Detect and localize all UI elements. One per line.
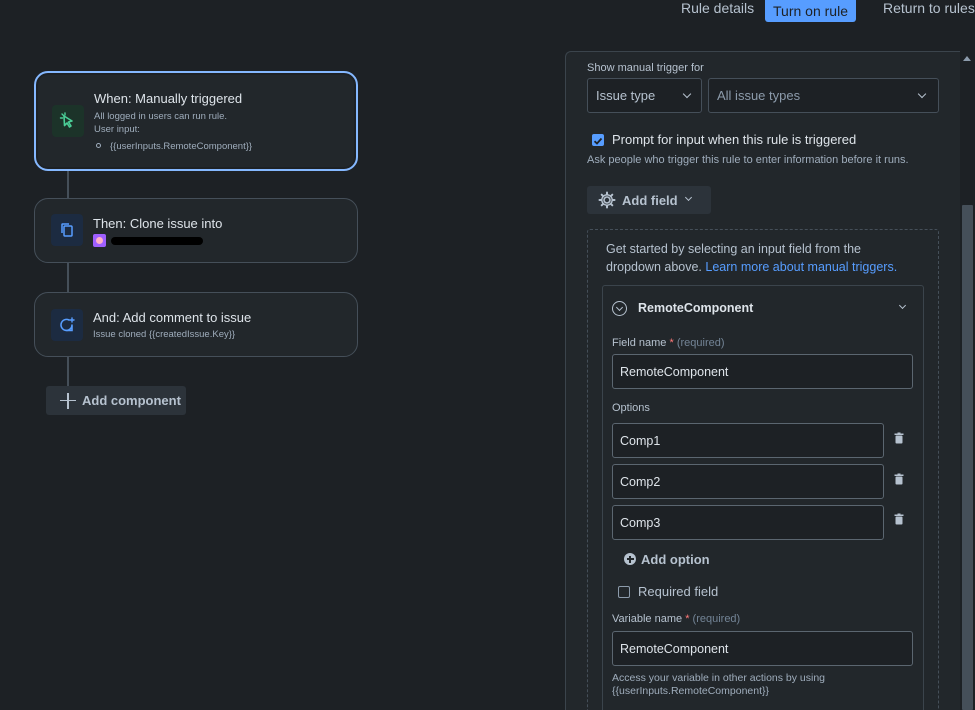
field-name-input[interactable]: RemoteComponent	[612, 354, 913, 389]
issue-type-select-value: Issue type	[596, 88, 656, 103]
turn-on-rule-button[interactable]: Turn on rule	[765, 0, 856, 22]
required-marker: *	[685, 613, 690, 625]
required-field-checkbox[interactable]	[618, 586, 630, 598]
field-card-title: RemoteComponent	[638, 301, 754, 315]
return-to-rules-link[interactable]: Return to rules	[883, 0, 975, 22]
variable-name-label: Variable name * (required)	[612, 613, 740, 625]
variable-help-text: Access your variable in other actions by…	[612, 672, 826, 684]
required-field-label: Required field	[638, 584, 719, 599]
required-hint: (required)	[676, 337, 725, 349]
option-value: Comp1	[620, 433, 661, 448]
plus-circle-icon	[624, 553, 636, 565]
add-option-label: Add option	[641, 551, 710, 567]
trigger-permission-text: All logged in users can run rule.	[94, 111, 228, 122]
trash-icon[interactable]	[893, 513, 905, 525]
option-input[interactable]: Comp2	[612, 464, 884, 499]
trigger-node[interactable]: When: Manually triggered All logged in u…	[34, 71, 358, 171]
options-label: Options	[612, 402, 650, 414]
add-field-button[interactable]: Add field	[587, 186, 711, 214]
chevron-down-icon	[917, 89, 927, 99]
field-name-label: Field name * (required)	[612, 337, 725, 349]
variable-name-value: RemoteComponent	[620, 641, 729, 656]
prompt-input-label: Prompt for input when this rule is trigg…	[612, 132, 857, 147]
add-comment-title: And: Add comment to issue	[93, 310, 252, 325]
checkmark-icon	[593, 137, 603, 145]
add-comment-node[interactable]: And: Add comment to issue Issue cloned {…	[34, 292, 358, 357]
flow-connector	[67, 170, 69, 199]
required-marker: *	[669, 337, 674, 349]
gear-icon	[598, 191, 616, 209]
add-field-label: Add field	[622, 192, 678, 208]
add-component-button[interactable]: Add component	[46, 386, 186, 415]
clone-issue-title: Then: Clone issue into	[93, 216, 223, 231]
flow-connector	[67, 356, 69, 386]
issue-type-select[interactable]: Issue type	[587, 78, 702, 113]
intro-text: Get started by selecting an input field …	[606, 240, 916, 276]
all-issue-types-select[interactable]: All issue types	[708, 78, 939, 113]
add-option-button[interactable]: Add option	[624, 551, 710, 567]
bullet-icon	[96, 143, 101, 148]
trash-icon[interactable]	[893, 432, 905, 444]
variable-name-input[interactable]: RemoteComponent	[612, 631, 913, 666]
copy-icon	[51, 214, 83, 246]
prompt-input-checkbox[interactable]	[592, 134, 604, 146]
add-comment-text: Issue cloned {{createdIssue.Key}}	[93, 329, 236, 340]
chevron-down-icon	[682, 89, 692, 99]
all-issue-types-value: All issue types	[717, 88, 801, 103]
field-card: RemoteComponent Field name * (required) …	[602, 285, 924, 710]
plus-icon	[60, 392, 76, 409]
chevron-down-icon	[684, 193, 693, 202]
cursor-click-icon	[52, 105, 84, 137]
chevron-down-icon[interactable]	[898, 301, 907, 310]
option-value: Comp2	[620, 474, 661, 489]
trigger-user-input-label: User input:	[94, 124, 140, 135]
learn-more-link[interactable]: Learn more about manual triggers.	[705, 260, 897, 274]
field-name-label-text: Field name	[612, 337, 667, 349]
comment-add-icon	[51, 309, 83, 341]
collapse-icon[interactable]	[612, 301, 627, 316]
rule-details-link[interactable]: Rule details	[681, 0, 754, 22]
trigger-title: When: Manually triggered	[94, 91, 243, 106]
variable-help-code: {{userInputs.RemoteComponent}}	[612, 685, 770, 697]
scrollbar-thumb[interactable]	[962, 205, 973, 710]
required-hint: (required)	[692, 613, 741, 625]
rule-config-panel: Show manual trigger for Issue type All i…	[565, 51, 975, 710]
trash-icon[interactable]	[893, 473, 905, 485]
clone-issue-node[interactable]: Then: Clone issue into	[34, 198, 358, 263]
redacted-project-name	[111, 237, 203, 245]
input-fields-container: Get started by selecting an input field …	[587, 229, 939, 710]
field-name-value: RemoteComponent	[620, 364, 729, 379]
project-avatar-icon	[93, 234, 106, 247]
add-component-label: Add component	[82, 393, 181, 408]
top-bar: Rule details Turn on rule Return to rule…	[0, 0, 975, 22]
trigger-input-item: {{userInputs.RemoteComponent}}	[110, 141, 253, 152]
option-value: Comp3	[620, 515, 661, 530]
show-trigger-label: Show manual trigger for	[587, 62, 704, 74]
flow-connector	[67, 262, 69, 293]
scroll-up-arrow-icon[interactable]	[963, 56, 971, 61]
prompt-help-text: Ask people who trigger this rule to ente…	[587, 154, 909, 166]
option-input[interactable]: Comp1	[612, 423, 884, 458]
variable-name-label-text: Variable name	[612, 613, 683, 625]
option-input[interactable]: Comp3	[612, 505, 884, 540]
